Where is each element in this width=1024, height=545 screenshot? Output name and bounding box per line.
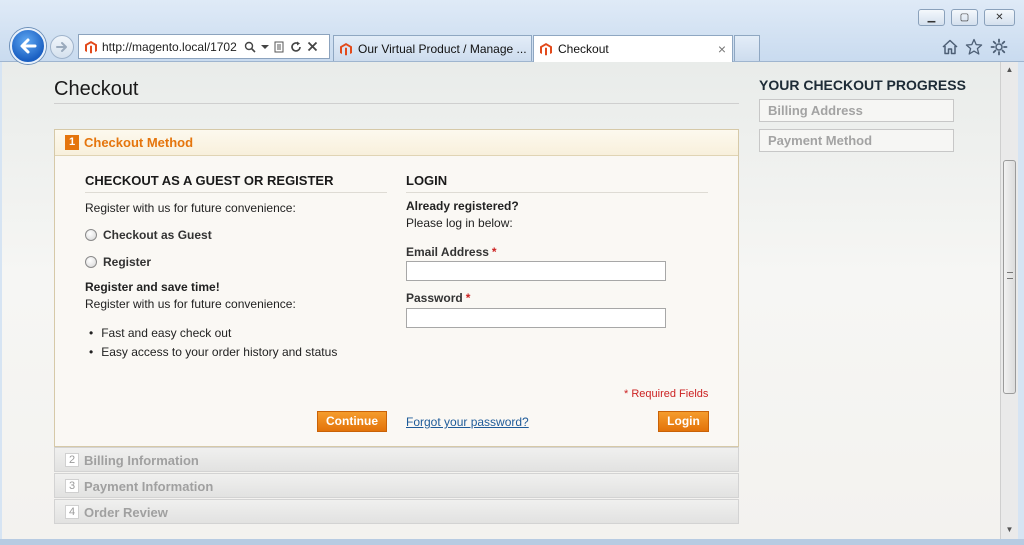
- guest-radio[interactable]: [85, 229, 97, 241]
- step-billing-information[interactable]: 2 Billing Information: [54, 447, 739, 472]
- required-mark: *: [491, 245, 497, 259]
- required-mark: *: [465, 291, 471, 305]
- new-tab-button[interactable]: [734, 35, 760, 61]
- maximize-button[interactable]: ▢: [951, 9, 978, 26]
- scroll-up-arrow-icon[interactable]: ▲: [1001, 62, 1018, 78]
- guest-intro-text: Register with us for future convenience:: [85, 201, 296, 215]
- register-radio[interactable]: [85, 256, 97, 268]
- forgot-password-link[interactable]: Forgot your password?: [406, 415, 529, 429]
- title-divider: [54, 103, 739, 104]
- arrow-left-icon: [20, 38, 37, 54]
- step-title: Billing Information: [84, 453, 199, 468]
- forward-button[interactable]: [50, 35, 74, 59]
- scrollbar-thumb[interactable]: [1003, 160, 1016, 394]
- page-title: Checkout: [54, 78, 139, 100]
- tab-virtual-product[interactable]: Our Virtual Product / Manage ...: [333, 35, 532, 61]
- save-time-title: Register and save time!: [85, 280, 220, 294]
- magento-logo-icon: [540, 43, 552, 56]
- password-label: Password *: [406, 291, 470, 305]
- step-number: 3: [65, 479, 79, 493]
- password-field[interactable]: [406, 308, 666, 328]
- tab-label: Checkout: [558, 42, 609, 56]
- step-number: 2: [65, 453, 79, 467]
- browser-chrome: ▁ ▢ ✕ http://magento.local/1702 Our Virt…: [0, 0, 1024, 64]
- home-icon[interactable]: [941, 38, 959, 56]
- guest-register-title: CHECKOUT AS A GUEST OR REGISTER: [85, 173, 334, 188]
- minimize-button[interactable]: ▁: [918, 9, 945, 26]
- login-title: LOGIN: [406, 173, 448, 188]
- email-field[interactable]: [406, 261, 666, 281]
- benefit-item: Fast and easy check out: [89, 326, 231, 340]
- scroll-down-arrow-icon[interactable]: ▼: [1001, 522, 1018, 538]
- arrow-right-icon: [56, 42, 67, 52]
- please-login-text: Please log in below:: [406, 216, 513, 230]
- already-registered-text: Already registered?: [406, 199, 519, 213]
- address-bar[interactable]: http://magento.local/1702: [78, 34, 330, 59]
- step-number: 4: [65, 505, 79, 519]
- window-frame-bottom: [0, 539, 1024, 545]
- password-label-text: Password: [406, 291, 463, 305]
- required-fields-note: * Required Fields: [624, 388, 709, 400]
- close-tab-icon[interactable]: ×: [718, 41, 726, 57]
- back-button[interactable]: [10, 28, 46, 64]
- grip-icon: [1007, 272, 1013, 279]
- stop-icon[interactable]: [307, 41, 318, 52]
- column-divider: [406, 192, 708, 193]
- continue-button[interactable]: Continue: [317, 411, 387, 432]
- compatibility-view-icon[interactable]: [274, 41, 285, 53]
- tab-label: Our Virtual Product / Manage ...: [358, 41, 527, 56]
- column-divider: [85, 192, 387, 193]
- refresh-icon[interactable]: [290, 41, 302, 53]
- step-title: Payment Information: [84, 479, 214, 494]
- step-title: Order Review: [84, 505, 168, 520]
- checkout-progress-title: YOUR CHECKOUT PROGRESS: [759, 77, 966, 93]
- address-url[interactable]: http://magento.local/1702: [102, 40, 240, 54]
- step-payment-information[interactable]: 3 Payment Information: [54, 473, 739, 498]
- step-title: Checkout Method: [84, 135, 194, 150]
- magento-logo-icon: [340, 42, 352, 55]
- step-header[interactable]: 1 Checkout Method: [55, 130, 738, 156]
- option-register[interactable]: Register: [85, 255, 151, 269]
- step-number: 1: [65, 135, 79, 150]
- favorites-star-icon[interactable]: [965, 38, 983, 56]
- tab-checkout[interactable]: Checkout ×: [533, 35, 733, 62]
- gear-icon[interactable]: [990, 38, 1008, 56]
- progress-item-payment-method: Payment Method: [759, 129, 954, 152]
- email-label-text: Email Address: [406, 245, 489, 259]
- step-checkout-method: 1 Checkout Method CHECKOUT AS A GUEST OR…: [54, 129, 739, 447]
- chevron-down-icon[interactable]: [261, 44, 269, 50]
- option-label: Checkout as Guest: [103, 228, 212, 242]
- save-time-text: Register with us for future convenience:: [85, 297, 296, 311]
- benefit-item: Easy access to your order history and st…: [89, 345, 337, 359]
- close-window-button[interactable]: ✕: [984, 9, 1015, 26]
- progress-item-billing-address: Billing Address: [759, 99, 954, 122]
- page-viewport: Checkout YOUR CHECKOUT PROGRESS Billing …: [2, 62, 1000, 539]
- option-label: Register: [103, 255, 152, 269]
- vertical-scrollbar[interactable]: ▲ ▼: [1000, 62, 1018, 539]
- search-icon[interactable]: [244, 41, 256, 53]
- option-checkout-as-guest[interactable]: Checkout as Guest: [85, 228, 212, 242]
- step-order-review[interactable]: 4 Order Review: [54, 499, 739, 524]
- email-label: Email Address *: [406, 245, 497, 259]
- magento-logo-icon: [85, 40, 97, 53]
- login-button[interactable]: Login: [658, 411, 709, 432]
